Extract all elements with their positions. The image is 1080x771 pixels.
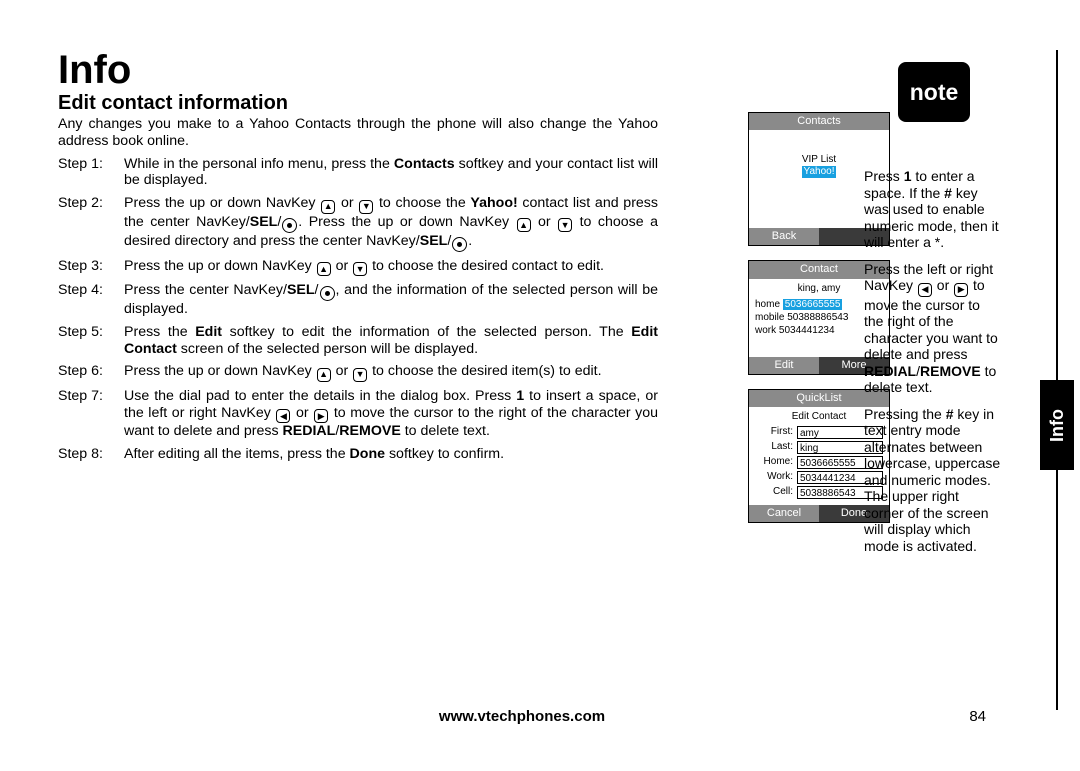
navkey-up-icon: ▲ [321,200,335,214]
list-item-selected: Yahoo! [802,166,837,178]
step-1: Step 1: While in the personal info menu,… [58,156,658,190]
steps-list: Step 1: While in the personal info menu,… [58,156,658,463]
footer-url: www.vtechphones.com [439,708,605,725]
side-tab-info: Info [1040,380,1074,470]
navkey-left-icon: ◀ [276,409,290,423]
step-5: Step 5: Press the Edit softkey to edit t… [58,324,658,358]
navkey-down-icon: ▼ [353,262,367,276]
navkey-sel-icon [320,286,335,301]
step-4: Step 4: Press the center NavKey/SEL/, an… [58,282,658,318]
step-3: Step 3: Press the up or down NavKey ▲ or… [58,258,658,277]
softkey-edit: Edit [749,357,819,374]
navkey-down-icon: ▼ [558,218,572,232]
side-rule [1056,470,1058,710]
intro-text: Any changes you make to a Yahoo Contacts… [58,116,658,150]
step-label: Step 1: [58,156,124,190]
step-label: Step 3: [58,258,124,277]
navkey-sel-icon [452,237,467,252]
page-number: 84 [969,708,986,725]
navkey-up-icon: ▲ [317,368,331,382]
step-label: Step 4: [58,282,124,318]
softkey-back: Back [749,228,819,245]
step-label: Step 7: [58,388,124,440]
step-7: Step 7: Use the dial pad to enter the de… [58,388,658,440]
phone-mobile: 50388886543 [787,312,848,323]
phone-work: 5034441234 [779,325,835,336]
step-8: Step 8: After editing all the items, pre… [58,446,658,463]
navkey-right-icon: ▶ [954,283,968,297]
note-badge: note [898,62,970,122]
screen-title: Contacts [749,113,889,130]
softkey-cancel: Cancel [749,505,819,522]
step-label: Step 2: [58,195,124,252]
step-2: Step 2: Press the up or down NavKey ▲ or… [58,195,658,252]
navkey-sel-icon [282,218,297,233]
navkey-up-icon: ▲ [517,218,531,232]
step-label: Step 6: [58,363,124,382]
navkey-down-icon: ▼ [353,368,367,382]
step-6: Step 6: Press the up or down NavKey ▲ or… [58,363,658,382]
navkey-up-icon: ▲ [317,262,331,276]
step-label: Step 5: [58,324,124,358]
side-rule [1056,50,1058,380]
step-label: Step 8: [58,446,124,463]
note-text: Press 1 to enter a space. If the # key w… [864,168,1002,564]
navkey-left-icon: ◀ [918,283,932,297]
navkey-right-icon: ▶ [314,409,328,423]
phone-home: 5036665555 [783,299,843,310]
list-item: VIP List [755,154,883,166]
navkey-down-icon: ▼ [359,200,373,214]
